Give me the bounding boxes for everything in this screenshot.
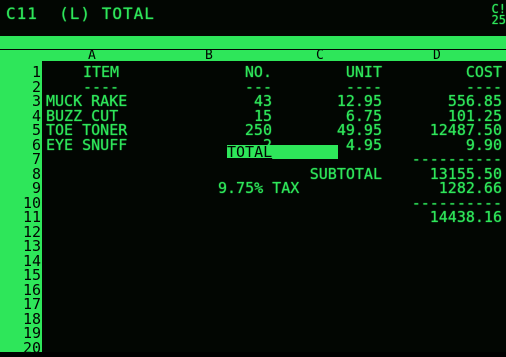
cell-c3[interactable]: 12.95: [272, 94, 382, 109]
cell-b1[interactable]: NO.: [156, 65, 272, 80]
row-header-20[interactable]: 20: [0, 340, 42, 356]
spreadsheet-grid[interactable]: ITEM NO. UNIT COST ---- --- ---- ---- MU…: [42, 61, 506, 352]
cell-a3[interactable]: MUCK RAKE: [46, 94, 156, 109]
cell-d5[interactable]: 12487.50: [382, 123, 502, 138]
cell-d7[interactable]: ----------: [382, 152, 502, 167]
cell-cursor-c11[interactable]: TOTAL: [227, 145, 338, 160]
entry-line: [0, 36, 506, 49]
cell-a5[interactable]: TOE TONER: [46, 123, 156, 138]
visicalc-screen: C11 (L) TOTAL C! 25 A B C D 1 2 3 4 5 6 …: [0, 0, 506, 355]
cell-c1[interactable]: UNIT: [272, 65, 382, 80]
cell-a1[interactable]: ITEM: [46, 65, 156, 80]
current-cell-indicator: C11 (L) TOTAL: [6, 4, 155, 23]
cell-a6[interactable]: EYE SNUFF: [46, 137, 156, 152]
cell-b5[interactable]: 250: [156, 123, 272, 138]
cell-d9[interactable]: 1282.66: [382, 181, 502, 196]
cell-c5[interactable]: 49.95: [272, 123, 382, 138]
column-header-bar: A B C D: [0, 48, 506, 63]
cell-d11[interactable]: 14438.16: [382, 210, 502, 225]
cell-c11[interactable]: TOTAL: [227, 145, 272, 160]
cell-d1[interactable]: COST: [382, 65, 502, 80]
status-line: C11 (L) TOTAL C! 25: [0, 0, 506, 34]
cell-b3[interactable]: 43: [156, 94, 272, 109]
cell-b9[interactable]: 9.75% TAX: [218, 181, 378, 196]
cell-d3[interactable]: 556.85: [382, 94, 502, 109]
memory-indicator: C! 25: [491, 3, 506, 27]
memory-indicator-bottom: 25: [491, 13, 506, 27]
row-header-bar: 1 2 3 4 5 6 7 8 9 10 11 12 13 14 15 16 1…: [0, 61, 42, 355]
